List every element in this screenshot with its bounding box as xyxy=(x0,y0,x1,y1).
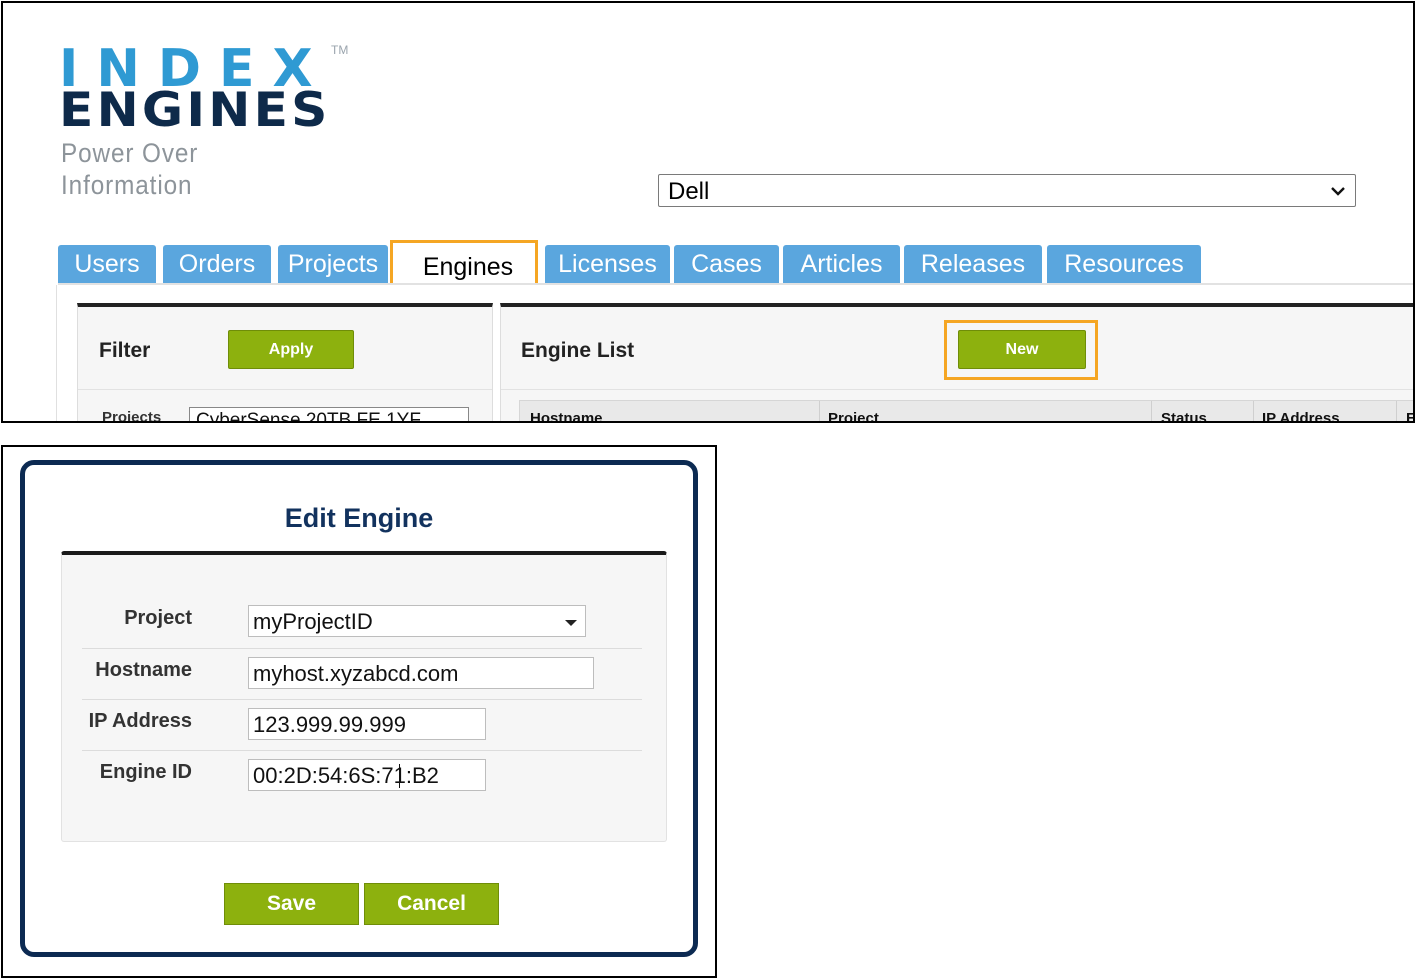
chevron-down-icon xyxy=(1331,187,1345,196)
filter-panel: Filter Apply xyxy=(77,303,493,421)
tab-releases[interactable]: Releases xyxy=(904,245,1042,283)
engine-id-input-value: 00:2D:54:6S:71:B2 xyxy=(253,763,439,788)
engine-id-label: Engine ID xyxy=(99,761,192,783)
engine-list-title: Engine List xyxy=(521,339,635,362)
projects-filter-select[interactable]: CyberSense 20TB FE 1YF xyxy=(189,407,469,423)
ip-address-label: IP Address xyxy=(88,710,192,732)
tab-users[interactable]: Users xyxy=(58,245,156,283)
index-engines-logo: INDEX TM ENGINES Power Over Information xyxy=(59,39,359,200)
form-row-divider xyxy=(82,648,642,649)
engine-table-header: Hostname Project Status IP Address E xyxy=(519,400,1413,421)
tab-resources[interactable]: Resources xyxy=(1047,245,1201,283)
tab-orders[interactable]: Orders xyxy=(163,245,271,283)
projects-filter-label: Projects xyxy=(102,409,162,423)
company-select[interactable]: Dell xyxy=(658,174,1356,207)
save-button[interactable]: Save xyxy=(224,883,359,925)
column-header-project[interactable]: Project xyxy=(828,410,879,421)
column-header-more[interactable]: E xyxy=(1406,410,1413,421)
hostname-input-value: myhost.xyzabcd.com xyxy=(253,661,459,686)
engine-list-divider xyxy=(501,389,1413,390)
logo-tagline: Power Over Information xyxy=(61,138,199,200)
dialog-title: Edit Engine xyxy=(284,503,434,533)
logo-trademark: TM xyxy=(331,43,349,57)
company-select-value: Dell xyxy=(668,178,710,205)
column-divider xyxy=(1151,401,1152,421)
engine-id-input[interactable]: 00:2D:54:6S:71:B2 xyxy=(248,759,486,791)
column-divider xyxy=(1253,401,1254,421)
project-select-value: myProjectID xyxy=(253,609,373,634)
edit-engine-dialog: Edit Engine Project myProjectID Hostname… xyxy=(20,460,698,957)
column-divider xyxy=(1396,401,1397,421)
edit-engine-panel: Edit Engine Project myProjectID Hostname… xyxy=(1,445,717,978)
column-divider xyxy=(819,401,820,421)
form-row-divider xyxy=(82,699,642,700)
tab-licenses[interactable]: Licenses xyxy=(545,245,670,283)
logo-engines-text: ENGINES xyxy=(59,83,331,138)
column-header-hostname[interactable]: Hostname xyxy=(530,410,603,421)
filter-title: Filter xyxy=(99,339,151,362)
text-cursor xyxy=(399,764,400,788)
engines-tab-highlight xyxy=(390,240,538,288)
ip-address-input-value: 123.999.99.999 xyxy=(253,712,406,737)
tab-articles[interactable]: Articles xyxy=(783,245,900,283)
filter-divider xyxy=(78,389,492,390)
column-header-ip-address[interactable]: IP Address xyxy=(1262,410,1340,421)
apply-button[interactable]: Apply xyxy=(228,330,354,369)
dropdown-arrow-icon xyxy=(565,620,577,626)
tab-projects[interactable]: Projects xyxy=(278,245,388,283)
cancel-button[interactable]: Cancel xyxy=(364,883,499,925)
form-row-divider xyxy=(82,750,642,751)
projects-filter-value: CyberSense 20TB FE 1YF xyxy=(196,410,421,423)
hostname-label: Hostname xyxy=(95,659,192,681)
edit-engine-form: Project myProjectID Hostname myhost.xyza… xyxy=(61,551,667,842)
new-button-highlight xyxy=(944,320,1098,380)
tab-cases[interactable]: Cases xyxy=(674,245,779,283)
ip-address-input[interactable]: 123.999.99.999 xyxy=(248,708,486,740)
project-label: Project xyxy=(124,607,192,629)
engines-page-panel: INDEX TM ENGINES Power Over Information … xyxy=(1,1,1415,423)
hostname-input[interactable]: myhost.xyzabcd.com xyxy=(248,657,594,689)
column-header-status[interactable]: Status xyxy=(1161,410,1207,421)
project-select[interactable]: myProjectID xyxy=(248,605,586,637)
